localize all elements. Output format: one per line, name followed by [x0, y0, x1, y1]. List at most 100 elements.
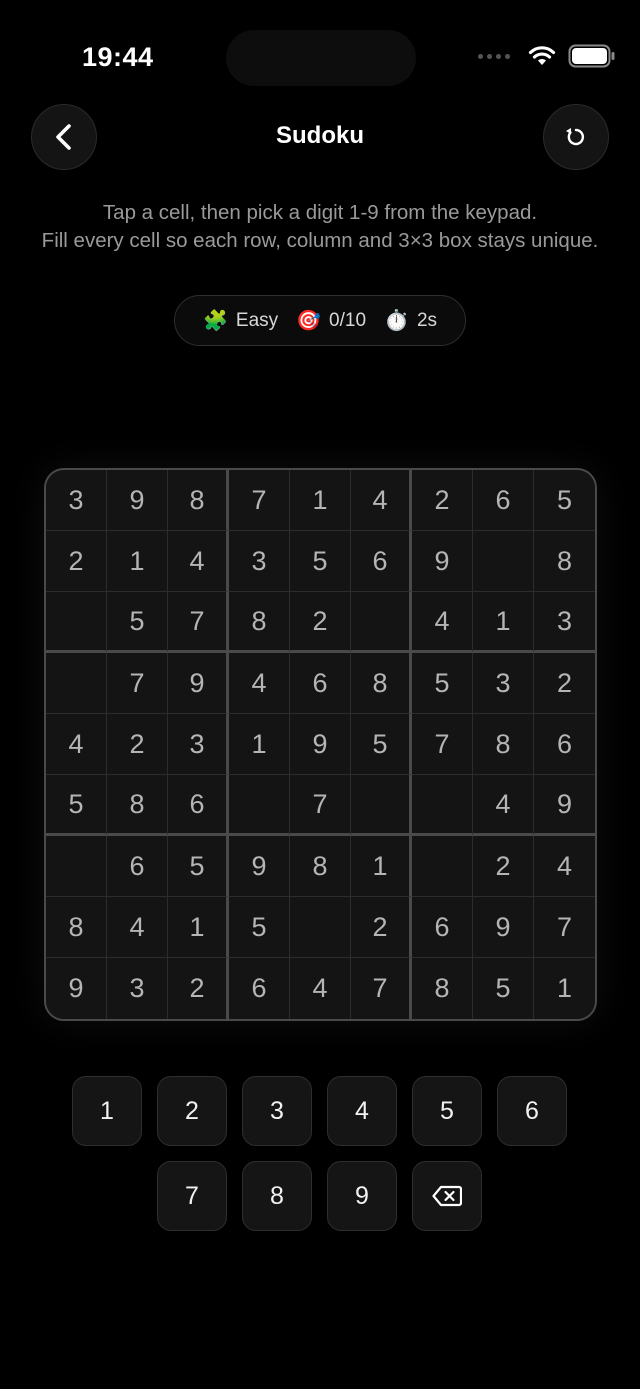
sudoku-cell[interactable] [46, 592, 107, 653]
sudoku-cell[interactable]: 6 [229, 958, 290, 1019]
difficulty-label: Easy [235, 309, 279, 331]
sudoku-cell[interactable]: 1 [351, 836, 412, 897]
sudoku-cell[interactable]: 6 [168, 775, 229, 836]
sudoku-cell[interactable]: 1 [168, 897, 229, 958]
sudoku-cell[interactable]: 2 [290, 592, 351, 653]
sudoku-cell[interactable]: 4 [473, 775, 534, 836]
sudoku-cell[interactable] [351, 592, 412, 653]
sudoku-cell[interactable]: 5 [351, 714, 412, 775]
sudoku-cell[interactable]: 2 [168, 958, 229, 1019]
sudoku-cell[interactable]: 8 [168, 470, 229, 531]
sudoku-cell[interactable]: 5 [46, 775, 107, 836]
sudoku-cell[interactable]: 9 [290, 714, 351, 775]
sudoku-cell[interactable]: 6 [412, 897, 473, 958]
sudoku-cell[interactable]: 6 [290, 653, 351, 714]
instructions-line-2: Fill every cell so each row, column and … [41, 228, 599, 252]
sudoku-cell[interactable] [412, 775, 473, 836]
sudoku-cell[interactable]: 9 [229, 836, 290, 897]
sudoku-cell[interactable]: 9 [107, 470, 168, 531]
sudoku-cell[interactable] [412, 836, 473, 897]
sudoku-cell[interactable]: 4 [290, 958, 351, 1019]
sudoku-cell[interactable]: 9 [168, 653, 229, 714]
keypad-key-2[interactable]: 2 [157, 1076, 227, 1146]
backspace-icon [432, 1185, 462, 1207]
sudoku-cell[interactable]: 8 [534, 531, 595, 592]
sudoku-cell[interactable]: 2 [412, 470, 473, 531]
sudoku-cell[interactable]: 9 [46, 958, 107, 1019]
sudoku-cell[interactable] [351, 775, 412, 836]
sudoku-cell[interactable]: 8 [107, 775, 168, 836]
sudoku-cell[interactable]: 5 [473, 958, 534, 1019]
sudoku-cell[interactable]: 6 [534, 714, 595, 775]
sudoku-cell[interactable]: 3 [229, 531, 290, 592]
sudoku-cell[interactable] [46, 836, 107, 897]
sudoku-cell[interactable]: 5 [534, 470, 595, 531]
sudoku-cell[interactable]: 8 [229, 592, 290, 653]
sudoku-cell[interactable]: 7 [351, 958, 412, 1019]
sudoku-cell[interactable]: 9 [473, 897, 534, 958]
sudoku-cell[interactable]: 6 [473, 470, 534, 531]
sudoku-cell[interactable]: 5 [290, 531, 351, 592]
sudoku-cell[interactable]: 3 [168, 714, 229, 775]
sudoku-cell[interactable]: 4 [107, 897, 168, 958]
keypad-key-5[interactable]: 5 [412, 1076, 482, 1146]
sudoku-cell[interactable]: 9 [412, 531, 473, 592]
sudoku-cell[interactable]: 4 [534, 836, 595, 897]
sudoku-cell[interactable]: 8 [412, 958, 473, 1019]
sudoku-cell[interactable]: 1 [107, 531, 168, 592]
sudoku-cell[interactable]: 4 [46, 714, 107, 775]
sudoku-cell[interactable]: 8 [290, 836, 351, 897]
instructions-line-1: Tap a cell, then pick a digit 1-9 from t… [102, 201, 538, 224]
sudoku-cell[interactable]: 7 [107, 653, 168, 714]
keypad-key-4[interactable]: 4 [327, 1076, 397, 1146]
sudoku-cell[interactable]: 2 [534, 653, 595, 714]
keypad-key-1[interactable]: 1 [72, 1076, 142, 1146]
sudoku-cell[interactable]: 4 [229, 653, 290, 714]
sudoku-cell[interactable]: 6 [351, 531, 412, 592]
sudoku-cell[interactable]: 1 [229, 714, 290, 775]
sudoku-cell[interactable]: 2 [107, 714, 168, 775]
sudoku-cell[interactable]: 7 [290, 775, 351, 836]
sudoku-cell[interactable]: 9 [534, 775, 595, 836]
sudoku-cell[interactable]: 8 [473, 714, 534, 775]
sudoku-cell[interactable] [229, 775, 290, 836]
sudoku-cell[interactable] [473, 531, 534, 592]
sudoku-cell[interactable] [46, 653, 107, 714]
sudoku-cell[interactable]: 4 [351, 470, 412, 531]
sudoku-cell[interactable]: 5 [107, 592, 168, 653]
timer-stat: ⏱️ 2s [384, 308, 437, 333]
sudoku-cell[interactable]: 7 [412, 714, 473, 775]
sudoku-cell[interactable]: 8 [351, 653, 412, 714]
delete-button[interactable] [412, 1161, 482, 1231]
sudoku-cell[interactable]: 3 [534, 592, 595, 653]
sudoku-cell[interactable]: 3 [46, 470, 107, 531]
sudoku-cell[interactable]: 1 [290, 470, 351, 531]
keypad-key-6[interactable]: 6 [497, 1076, 567, 1146]
sudoku-cell[interactable]: 3 [473, 653, 534, 714]
status-time: 19:44 [82, 42, 154, 72]
sudoku-cell[interactable]: 2 [46, 531, 107, 592]
sudoku-cell[interactable]: 3 [107, 958, 168, 1019]
sudoku-cell[interactable]: 5 [229, 897, 290, 958]
keypad-key-9[interactable]: 9 [327, 1161, 397, 1231]
sudoku-cell[interactable] [290, 897, 351, 958]
sudoku-cell[interactable]: 1 [534, 958, 595, 1019]
sudoku-cell[interactable]: 2 [351, 897, 412, 958]
sudoku-cell[interactable]: 5 [412, 653, 473, 714]
sudoku-cell[interactable]: 5 [168, 836, 229, 897]
sudoku-cell[interactable]: 7 [534, 897, 595, 958]
sudoku-cell[interactable]: 4 [168, 531, 229, 592]
keypad-key-8[interactable]: 8 [242, 1161, 312, 1231]
sudoku-cell[interactable]: 6 [107, 836, 168, 897]
reset-button[interactable] [543, 104, 609, 170]
sudoku-cell[interactable]: 8 [46, 897, 107, 958]
sudoku-cell[interactable]: 2 [473, 836, 534, 897]
sudoku-cell[interactable]: 7 [229, 470, 290, 531]
sudoku-cell[interactable]: 1 [473, 592, 534, 653]
keypad-key-7[interactable]: 7 [157, 1161, 227, 1231]
sudoku-cell[interactable]: 4 [412, 592, 473, 653]
keypad-key-3[interactable]: 3 [242, 1076, 312, 1146]
timer-label: 2s [416, 309, 438, 331]
sudoku-cell[interactable]: 7 [168, 592, 229, 653]
target-icon: 🎯 [296, 310, 322, 332]
